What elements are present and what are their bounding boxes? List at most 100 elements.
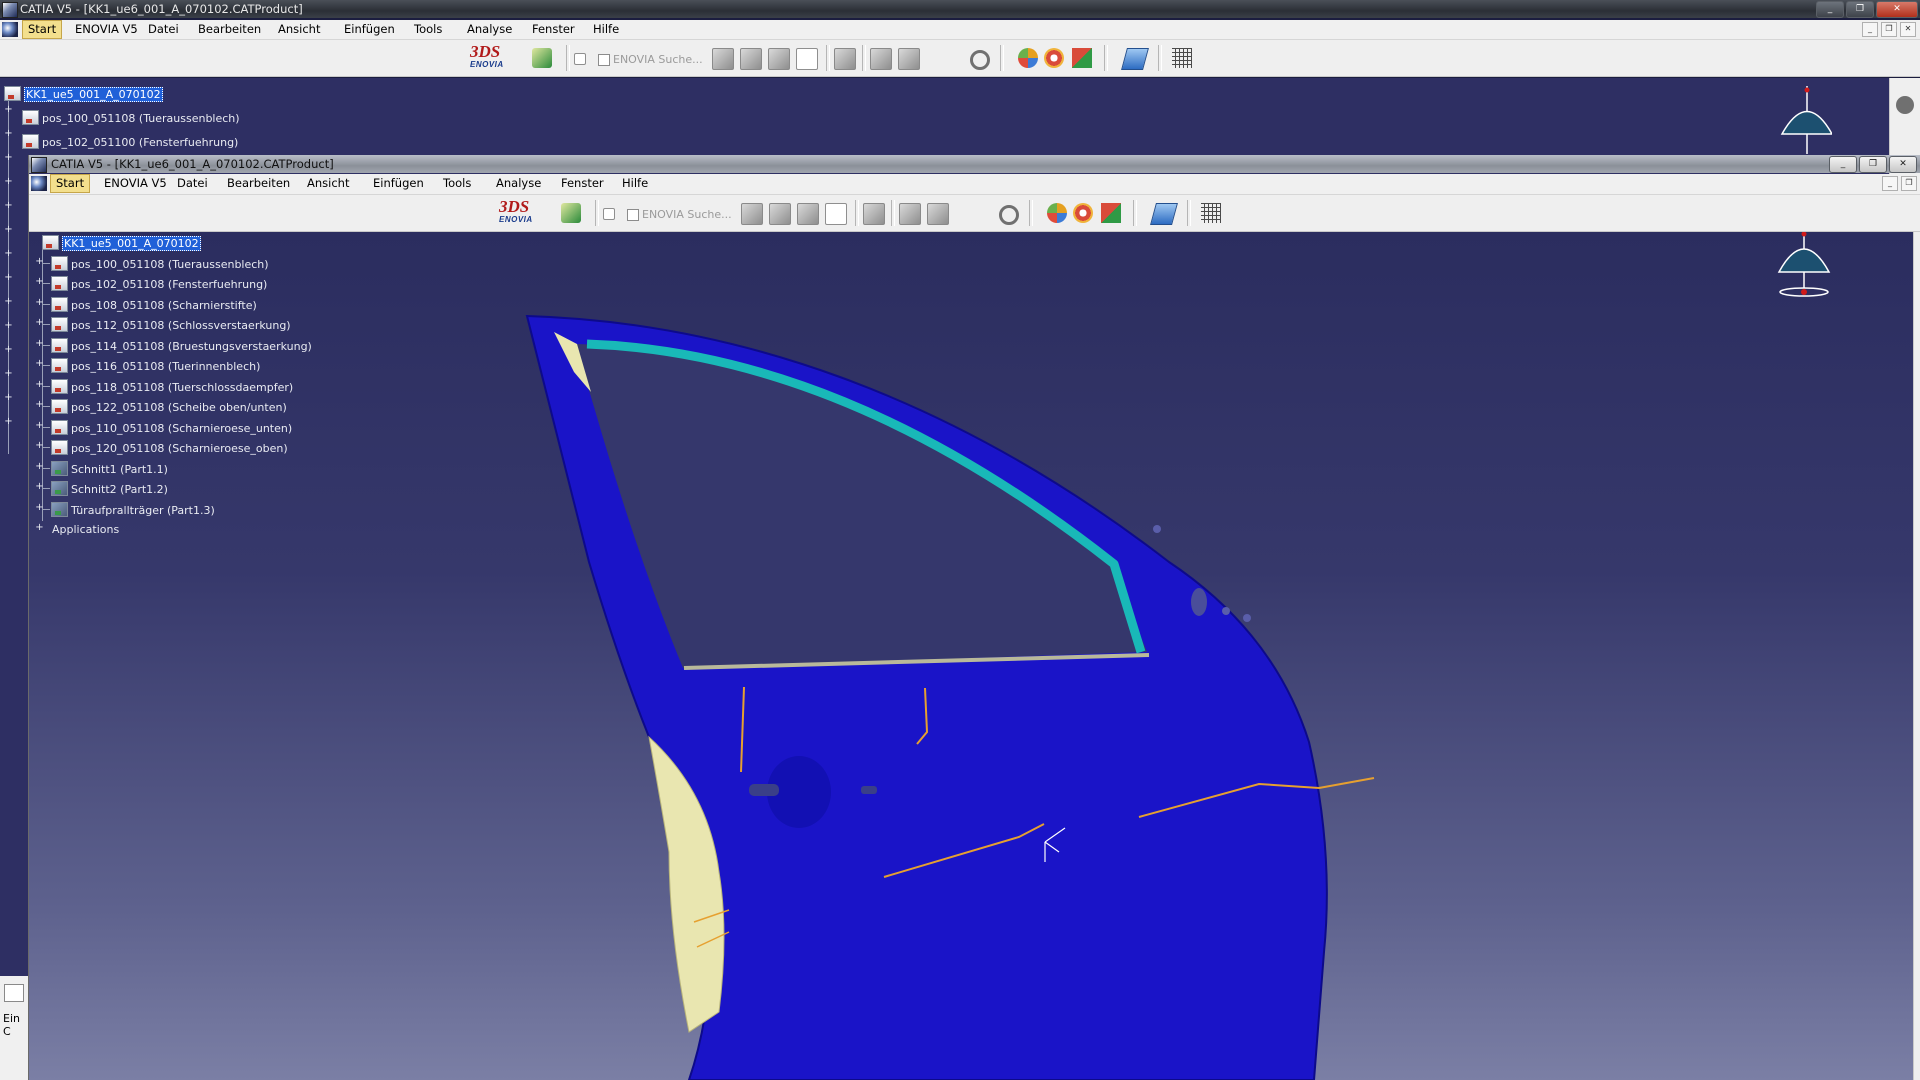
front-mdi-restore-button[interactable]: ❐: [1901, 176, 1917, 191]
tree-item-tueraufprall[interactable]: Türaufprallträger (Part1.3): [51, 502, 215, 518]
search-checkbox-icon[interactable]: [598, 54, 610, 66]
tree-item-pos-122[interactable]: pos_122_051108 (Scheibe oben/unten): [51, 399, 287, 415]
layer-icon[interactable]: [1072, 48, 1092, 68]
expand-toggle-icon[interactable]: +: [4, 273, 13, 283]
layer-icon[interactable]: [1101, 203, 1121, 223]
tree-item-pos-120[interactable]: pos_120_051108 (Scharnieroese_oben): [51, 440, 288, 456]
back-menu-tools[interactable]: Tools: [409, 20, 447, 39]
expand-toggle-icon[interactable]: +: [4, 105, 13, 115]
tree-tool-icon[interactable]: [712, 48, 734, 70]
tree-item-pos-102[interactable]: pos_102_051108 (Fensterfuehrung): [51, 276, 267, 292]
multi-view-icon[interactable]: [1073, 203, 1093, 223]
tree-item-schnitt2[interactable]: Schnitt2 (Part1.2): [51, 481, 168, 497]
back-tree-item[interactable]: pos_100_051108 (Tueraussenblech): [22, 110, 240, 126]
front-minimize-button[interactable]: _: [1829, 156, 1857, 173]
back-menu-start[interactable]: Start: [22, 20, 63, 39]
front-menu-analyse[interactable]: Analyse: [491, 174, 546, 193]
front-menu-start[interactable]: Start: [50, 174, 91, 193]
expand-toggle-icon[interactable]: +: [4, 177, 13, 187]
tree-item-applications[interactable]: Applications: [41, 523, 119, 537]
expand-toggle-icon[interactable]: +: [35, 400, 44, 410]
tree-tool-icon[interactable]: [741, 203, 763, 225]
back-mdi-minimize-button[interactable]: _: [1862, 22, 1878, 37]
snap-grid-icon[interactable]: [1172, 48, 1192, 68]
car-door-model[interactable]: [29, 232, 1920, 1080]
back-mdi-restore-button[interactable]: ❐: [1881, 22, 1897, 37]
multi-view-icon[interactable]: [1044, 48, 1064, 68]
navigate-icon[interactable]: [561, 203, 581, 223]
back-menu-fenster[interactable]: Fenster: [527, 20, 580, 39]
back-mdi-close-button[interactable]: ✕: [1900, 22, 1916, 37]
back-menu-enovia[interactable]: ENOVIA V5: [70, 20, 143, 39]
front-menu-fenster[interactable]: Fenster: [556, 174, 609, 193]
update-tool-icon[interactable]: [834, 48, 856, 70]
front-restore-button[interactable]: ❐: [1859, 156, 1887, 173]
snap-grid-icon[interactable]: [1201, 203, 1221, 223]
front-menu-ansicht[interactable]: Ansicht: [302, 174, 354, 193]
publish-tool-icon[interactable]: [927, 203, 949, 225]
tree-root-product[interactable]: KK1_ue5_001_A_070102: [42, 235, 201, 251]
navigate-icon[interactable]: [532, 48, 552, 68]
expand-toggle-icon[interactable]: +: [35, 257, 44, 267]
expand-toggle-icon[interactable]: +: [35, 298, 44, 308]
back-menu-einfuegen[interactable]: Einfügen: [339, 20, 400, 39]
spiral-icon[interactable]: [999, 205, 1019, 225]
expand-toggle-icon[interactable]: +: [35, 503, 44, 513]
back-menu-ansicht[interactable]: Ansicht: [273, 20, 325, 39]
catia-menu-logo-icon[interactable]: [2, 22, 18, 37]
tree-item-pos-112[interactable]: pos_112_051108 (Schlossverstaerkung): [51, 317, 291, 333]
expand-toggle-icon[interactable]: +: [35, 277, 44, 287]
expand-toggle-icon[interactable]: +: [4, 345, 13, 355]
back-menu-bearbeiten[interactable]: Bearbeiten: [193, 20, 266, 39]
search-checkbox-icon[interactable]: [627, 209, 639, 221]
expand-toggle-icon[interactable]: +: [35, 339, 44, 349]
expand-toggle-icon[interactable]: +: [4, 153, 13, 163]
tree-item-pos-114[interactable]: pos_114_051108 (Bruestungsverstaerkung): [51, 338, 312, 354]
frame-tool-icon[interactable]: [825, 203, 847, 225]
door-handle[interactable]: [749, 784, 779, 796]
copy-tool-icon[interactable]: [870, 48, 892, 70]
render-icon[interactable]: [1018, 48, 1038, 68]
back-compass-icon[interactable]: [1772, 84, 1832, 156]
expand-toggle-icon[interactable]: +: [4, 369, 13, 379]
save-tool-icon[interactable]: [768, 48, 790, 70]
tree-item-schnitt1[interactable]: Schnitt1 (Part1.1): [51, 461, 168, 477]
viewport-3d[interactable]: [29, 232, 1920, 1080]
back-restore-button[interactable]: ❐: [1846, 1, 1874, 18]
enovia-logo-icon[interactable]: 3DS ENOVIA: [499, 198, 543, 228]
catia-menu-logo-icon[interactable]: [31, 176, 47, 191]
expand-toggle-icon[interactable]: +: [35, 462, 44, 472]
expand-toggle-icon[interactable]: +: [35, 421, 44, 431]
expand-toggle-icon[interactable]: +: [35, 380, 44, 390]
enovia-logo-icon[interactable]: 3DS ENOVIA: [470, 43, 514, 73]
tree-item-pos-108[interactable]: pos_108_051108 (Scharnierstifte): [51, 297, 257, 313]
publish-tool-icon[interactable]: [898, 48, 920, 70]
expand-toggle-icon[interactable]: +: [4, 129, 13, 139]
frame-tool-icon[interactable]: [796, 48, 818, 70]
expand-toggle-icon[interactable]: +: [4, 417, 13, 427]
expand-toggle-icon[interactable]: +: [35, 441, 44, 451]
compass-icon[interactable]: [1771, 232, 1837, 306]
expand-toggle-icon[interactable]: +: [4, 249, 13, 259]
back-minimize-button[interactable]: _: [1816, 1, 1844, 18]
tree-item-pos-100[interactable]: pos_100_051108 (Tueraussenblech): [51, 256, 269, 272]
compare-tool-icon[interactable]: [769, 203, 791, 225]
tree-item-pos-110[interactable]: pos_110_051108 (Scharnieroese_unten): [51, 420, 292, 436]
back-menu-analyse[interactable]: Analyse: [462, 20, 517, 39]
back-tree-item[interactable]: pos_102_051100 (Fensterfuehrung): [22, 134, 238, 150]
front-menu-enovia[interactable]: ENOVIA V5: [99, 174, 172, 193]
expand-toggle-icon[interactable]: +: [35, 318, 44, 328]
expand-toggle-icon[interactable]: +: [4, 393, 13, 403]
front-menu-bearbeiten[interactable]: Bearbeiten: [222, 174, 295, 193]
back-menu-hilfe[interactable]: Hilfe: [588, 20, 624, 39]
tree-item-pos-116[interactable]: pos_116_051108 (Tuerinnenblech): [51, 358, 260, 374]
compare-tool-icon[interactable]: [740, 48, 762, 70]
expand-toggle-icon[interactable]: +: [35, 359, 44, 369]
front-close-button[interactable]: ✕: [1889, 156, 1917, 173]
front-menu-datei[interactable]: Datei: [172, 174, 213, 193]
tree-item-pos-118[interactable]: pos_118_051108 (Tuerschlossdaempfer): [51, 379, 293, 395]
update-tool-icon[interactable]: [863, 203, 885, 225]
expand-toggle-icon[interactable]: +: [4, 297, 13, 307]
front-mdi-minimize-button[interactable]: _: [1882, 176, 1898, 191]
blue-plane-icon[interactable]: [1121, 48, 1149, 70]
